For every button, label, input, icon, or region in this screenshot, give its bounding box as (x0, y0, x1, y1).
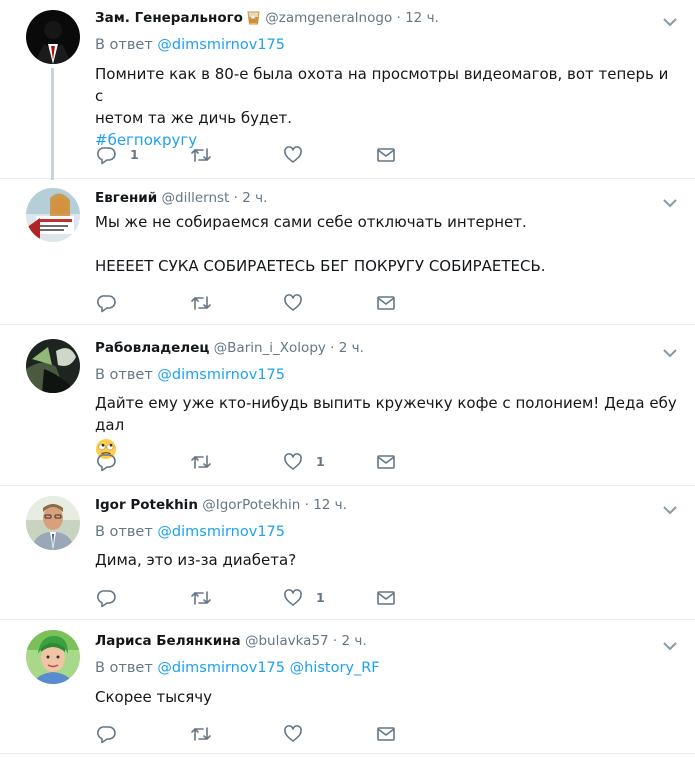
reply-icon[interactable] (97, 293, 117, 313)
heart-icon[interactable] (283, 724, 303, 744)
author-name[interactable]: Рабовладелец (95, 340, 209, 356)
author-name[interactable]: Евгений (95, 190, 157, 206)
reply-icon[interactable] (97, 724, 117, 744)
like-count: 1 (316, 454, 325, 469)
timestamp[interactable]: 12 ч. (405, 10, 439, 26)
text-line: нетом та же дичь будет. (95, 109, 293, 127)
tweet-5[interactable]: Лариса Белянкина @bulavka57 · 2 ч. В отв… (0, 620, 695, 754)
timestamp[interactable]: 2 ч. (242, 190, 267, 206)
avatar[interactable] (26, 188, 80, 242)
whisky-glass-icon (246, 10, 261, 30)
separator-dot: · (330, 340, 335, 356)
avatar[interactable] (26, 496, 80, 550)
separator-dot: · (396, 10, 401, 26)
replying-to: В ответ @dimsmirnov175 (95, 522, 285, 542)
tweet-3[interactable]: Рабовладелец @Barin_i_Xolopy · 2 ч. В от… (0, 325, 695, 486)
heart-icon[interactable] (283, 145, 303, 165)
envelope-icon[interactable] (376, 145, 396, 165)
heart-icon[interactable] (283, 452, 303, 472)
replying-to: В ответ @dimsmirnov175 @history_RF (95, 658, 380, 678)
tweet-header: Евгений @dillernst · 2 ч. (95, 189, 267, 207)
tweet-text: Дайте ему уже кто-нибудь выпить кружечку… (95, 392, 680, 460)
separator-dot: · (233, 190, 238, 206)
retweet-icon[interactable] (190, 293, 212, 313)
retweet-icon[interactable] (190, 588, 212, 608)
reply-count: 1 (130, 147, 139, 162)
chevron-down-icon[interactable] (662, 501, 678, 515)
mention-link[interactable]: @dimsmirnov175 (157, 524, 285, 540)
reply-label: В ответ (95, 524, 153, 540)
separator-dot: · (304, 497, 309, 513)
avatar[interactable] (26, 339, 80, 393)
envelope-icon[interactable] (376, 588, 396, 608)
tweet-header: Зам. Генерального @zamgeneralnogo · 12 ч… (95, 9, 439, 30)
chevron-down-icon[interactable] (662, 194, 678, 208)
text-line: Дайте ему уже кто-нибудь выпить кружечку… (95, 394, 677, 434)
timestamp[interactable]: 2 ч. (339, 340, 364, 356)
avatar[interactable] (26, 630, 80, 684)
timestamp[interactable]: 2 ч. (342, 633, 367, 649)
thread-line (51, 68, 54, 180)
chevron-down-icon[interactable] (662, 637, 678, 651)
mention-link[interactable]: @dimsmirnov175 (157, 660, 285, 676)
text-line: Помните как в 80-е была охота на просмот… (95, 65, 669, 105)
reply-icon[interactable] (97, 588, 117, 608)
heart-icon[interactable] (283, 293, 303, 313)
text-line: Дима, это из-за диабета? (95, 551, 297, 569)
author-name[interactable]: Зам. Генерального (95, 10, 243, 26)
tweet-header: Рабовладелец @Barin_i_Xolopy · 2 ч. (95, 339, 364, 357)
envelope-icon[interactable] (376, 452, 396, 472)
tweet-text: Дима, это из-за диабета? (95, 549, 680, 571)
retweet-icon[interactable] (190, 724, 212, 744)
mention-link[interactable]: @dimsmirnov175 (157, 367, 285, 383)
tweet-text: Мы же не собираемся сами себе отключать … (95, 211, 680, 277)
reply-label: В ответ (95, 37, 153, 53)
text-line: НЕЕЕЕТ СУКА СОБИРАЕТЕСЬ БЕГ ПОКРУГУ СОБИ… (95, 257, 546, 275)
author-handle[interactable]: @zamgeneralnogo (265, 10, 392, 26)
mention-link[interactable]: @history_RF (290, 660, 380, 676)
author-handle[interactable]: @dillernst (162, 190, 230, 206)
replying-to: В ответ @dimsmirnov175 (95, 35, 285, 55)
reply-icon[interactable] (97, 452, 117, 472)
like-count: 1 (316, 590, 325, 605)
chevron-down-icon[interactable] (662, 13, 678, 27)
tweet-1[interactable]: Зам. Генерального @zamgeneralnogo · 12 ч… (0, 0, 695, 180)
heart-icon[interactable] (283, 588, 303, 608)
tweet-header: Igor Potekhin @IgorPotekhin · 12 ч. (95, 496, 347, 514)
replying-to: В ответ @dimsmirnov175 (95, 365, 285, 385)
text-line: Скорее тысячу (95, 688, 213, 706)
envelope-icon[interactable] (376, 724, 396, 744)
tweet-header: Лариса Белянкина @bulavka57 · 2 ч. (95, 632, 367, 650)
text-line (95, 233, 680, 255)
tweet-4[interactable]: Igor Potekhin @IgorPotekhin · 12 ч. В от… (0, 486, 695, 620)
mention-link[interactable]: @dimsmirnov175 (157, 37, 285, 53)
tweet-text: Помните как в 80-е была охота на просмот… (95, 63, 680, 151)
separator-dot: · (332, 633, 338, 649)
envelope-icon[interactable] (376, 293, 396, 313)
author-handle[interactable]: @IgorPotekhin (202, 497, 300, 513)
reply-label: В ответ (95, 367, 153, 383)
reply-label: В ответ (95, 660, 153, 676)
tweet-2[interactable]: Евгений @dillernst · 2 ч. Мы же не собир… (0, 179, 695, 325)
author-handle[interactable]: @bulavka57 (245, 633, 329, 649)
avatar[interactable] (26, 10, 80, 64)
timestamp[interactable]: 12 ч. (313, 497, 347, 513)
author-handle[interactable]: @Barin_i_Xolopy (214, 340, 326, 356)
text-line: Мы же не собираемся сами себе отключать … (95, 213, 527, 231)
chevron-down-icon[interactable] (662, 344, 678, 358)
author-name[interactable]: Igor Potekhin (95, 497, 198, 513)
reply-icon[interactable] (97, 145, 117, 165)
retweet-icon[interactable] (190, 452, 212, 472)
author-name[interactable]: Лариса Белянкина (95, 633, 241, 649)
tweet-text: Скорее тысячу (95, 686, 680, 708)
retweet-icon[interactable] (190, 145, 212, 165)
